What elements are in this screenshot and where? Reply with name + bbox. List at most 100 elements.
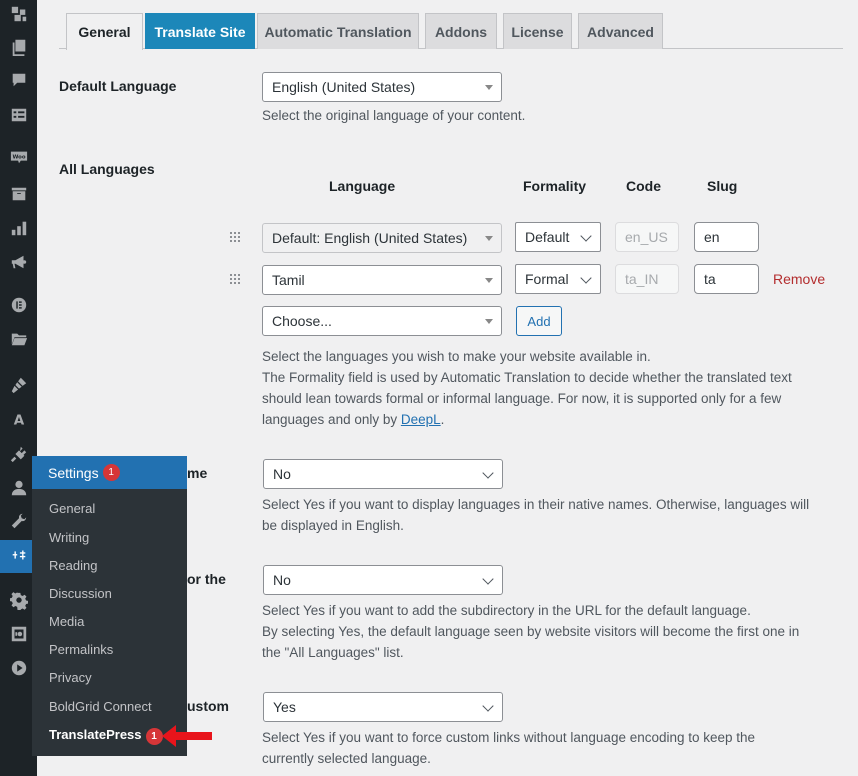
tab-addons[interactable]: Addons xyxy=(425,13,497,49)
submenu-item-discussion[interactable]: Discussion xyxy=(49,586,112,601)
submenu-item-writing[interactable]: Writing xyxy=(49,530,89,545)
tab-license[interactable]: License xyxy=(503,13,572,49)
analytics-icon xyxy=(10,219,28,240)
remove-language-link[interactable]: Remove xyxy=(773,271,825,287)
paintbrush-icon xyxy=(10,376,28,397)
language-select-row-2[interactable]: Tamil xyxy=(262,265,502,295)
wrench-icon xyxy=(10,512,28,533)
description-line: By selecting Yes, the default language s… xyxy=(262,624,800,639)
column-header-formality: Formality xyxy=(523,178,587,194)
default-language-select[interactable]: English (United States) xyxy=(262,72,502,102)
chevron-down-icon xyxy=(580,272,592,284)
dropdown-arrow-icon xyxy=(485,236,493,241)
default-language-label: Default Language xyxy=(59,78,177,94)
woocommerce-icon: Woo xyxy=(10,148,28,169)
formality-value: Default xyxy=(525,229,570,245)
submenu-item-translatepress[interactable]: TranslatePress 1 xyxy=(49,727,163,745)
description-line: Select Yes if you want to display langua… xyxy=(262,497,810,512)
native-names-value: No xyxy=(273,466,291,482)
formality-select-row-1[interactable]: Default xyxy=(515,222,601,252)
code-field-row-1: en_US xyxy=(615,222,679,252)
column-header-language: Language xyxy=(329,178,396,194)
language-value: Tamil xyxy=(272,272,305,288)
submenu-label: TranslatePress xyxy=(49,727,142,742)
sidebar-item-appearance[interactable] xyxy=(0,371,37,401)
add-language-button[interactable]: Add xyxy=(516,306,562,336)
subdirectory-label: or the xyxy=(187,571,226,587)
tab-translate-site[interactable]: Translate Site xyxy=(145,13,255,49)
formality-select-row-2[interactable]: Formal xyxy=(515,264,601,294)
gear-icon xyxy=(9,591,28,613)
comments-icon xyxy=(10,71,28,92)
sidebar-item-analytics[interactable] xyxy=(0,214,37,244)
column-header-code: Code xyxy=(626,178,661,194)
description-line: Select Yes if you want to add the subdir… xyxy=(262,603,751,618)
sidebar-item-pages[interactable] xyxy=(0,33,37,63)
subdirectory-description: Select Yes if you want to add the subdir… xyxy=(262,600,799,663)
red-arrow-icon xyxy=(162,725,212,747)
notification-badge: 1 xyxy=(145,728,163,745)
native-names-label: me xyxy=(187,465,208,481)
column-header-slug: Slug xyxy=(707,178,738,194)
submenu-item-privacy[interactable]: Privacy xyxy=(49,670,92,685)
default-language-description: Select the original language of your con… xyxy=(262,108,526,123)
all-languages-label: All Languages xyxy=(59,161,155,177)
sidebar-item-marketing[interactable] xyxy=(0,248,37,278)
new-language-select[interactable]: Choose... xyxy=(262,306,502,336)
formality-value: Formal xyxy=(525,271,569,287)
flyout-header-settings[interactable]: Settings 1 xyxy=(32,456,187,489)
sidebar-item-comments[interactable] xyxy=(0,66,37,96)
description-line: Select Yes if you want to force custom l… xyxy=(262,730,756,745)
native-names-description: Select Yes if you want to display langua… xyxy=(262,494,809,536)
settings-flyout-menu: Settings 1 General Writing Reading Discu… xyxy=(32,456,187,756)
sidebar-item-elementor[interactable] xyxy=(0,291,37,321)
all-languages-description: Select the languages you wish to make yo… xyxy=(262,346,792,430)
dropdown-arrow-icon xyxy=(485,278,493,283)
tab-advanced[interactable]: Advanced xyxy=(578,13,663,49)
new-language-placeholder: Choose... xyxy=(272,313,332,329)
description-text: . xyxy=(440,412,445,427)
submenu-item-media[interactable]: Media xyxy=(49,614,84,629)
description-text: languages and only by xyxy=(262,412,401,427)
description-line: The Formality field is used by Automatic… xyxy=(262,370,792,385)
deepl-link[interactable]: DeepL xyxy=(401,412,441,427)
tab-automatic-translation[interactable]: Automatic Translation xyxy=(257,13,419,49)
submenu-item-general[interactable]: General xyxy=(49,501,95,516)
native-names-select[interactable]: No xyxy=(263,459,503,489)
force-custom-links-value: Yes xyxy=(273,699,296,715)
sidebar-item-templates[interactable] xyxy=(0,325,37,355)
svg-text:A: A xyxy=(13,412,24,428)
sidebar-item-boldgrid[interactable] xyxy=(0,0,37,30)
default-language-value: English (United States) xyxy=(272,79,416,95)
dropdown-arrow-icon xyxy=(485,85,493,90)
slug-input-row-2[interactable]: ta xyxy=(694,264,759,294)
description-line: languages and only by DeepL. xyxy=(262,409,792,430)
chevron-down-icon xyxy=(580,230,592,242)
sidebar-item-products[interactable] xyxy=(0,180,37,210)
sidebar-item-forms[interactable] xyxy=(0,101,37,131)
media-frame-icon xyxy=(10,625,28,646)
force-custom-links-select[interactable]: Yes xyxy=(263,692,503,722)
drag-handle-icon[interactable] xyxy=(230,232,242,244)
chevron-down-icon xyxy=(482,573,494,585)
language-select-row-1[interactable]: Default: English (United States) xyxy=(262,223,502,253)
settings-tabs: General Translate Site Automatic Transla… xyxy=(59,13,843,50)
settings-sliders-icon xyxy=(10,546,28,567)
products-icon xyxy=(10,185,28,206)
forms-icon xyxy=(10,106,28,127)
code-field-row-2: ta_IN xyxy=(615,264,679,294)
sidebar-item-woocommerce[interactable]: Woo xyxy=(0,143,37,173)
submenu-item-reading[interactable]: Reading xyxy=(49,558,97,573)
submenu-item-boldgrid-connect[interactable]: BoldGrid Connect xyxy=(49,699,152,714)
notification-badge: 1 xyxy=(102,464,120,481)
description-line: currently selected language. xyxy=(262,751,431,766)
submenu-item-permalinks[interactable]: Permalinks xyxy=(49,642,113,657)
slug-input-row-1[interactable]: en xyxy=(694,222,759,252)
tab-general[interactable]: General xyxy=(66,13,143,50)
drag-handle-icon[interactable] xyxy=(230,274,242,286)
subdirectory-select[interactable]: No xyxy=(263,565,503,595)
sidebar-item-fonts[interactable]: A xyxy=(0,405,37,435)
font-icon: A xyxy=(10,410,28,431)
user-icon xyxy=(10,479,28,500)
language-value: Default: English (United States) xyxy=(272,230,468,246)
